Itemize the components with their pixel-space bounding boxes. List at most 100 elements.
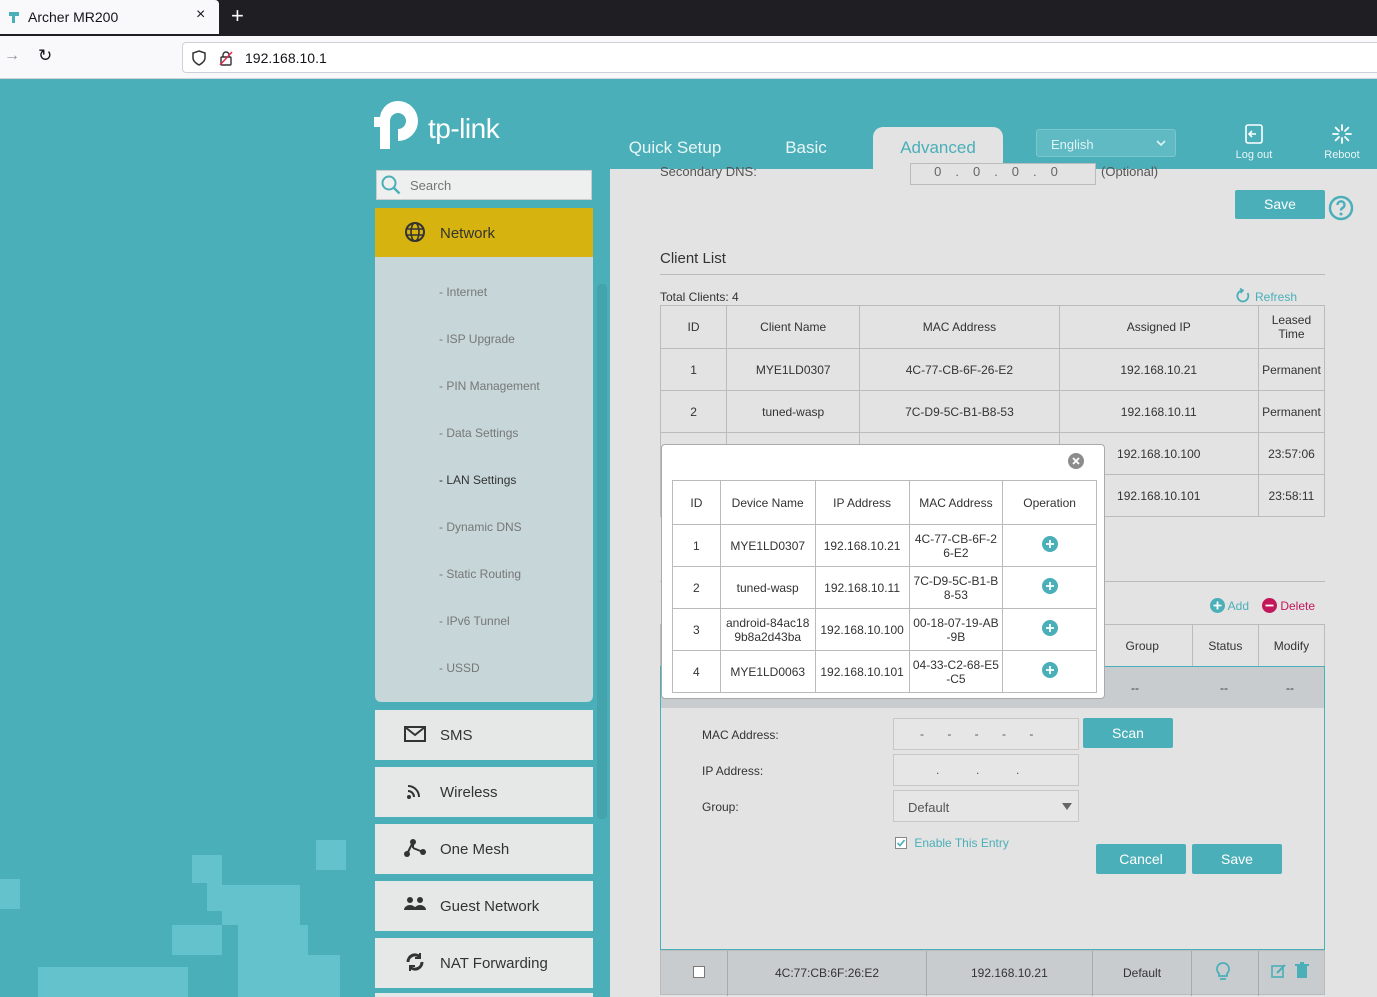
- new-tab-button[interactable]: +: [231, 3, 244, 29]
- optional-label: (Optional): [1101, 164, 1159, 179]
- table-row: 2 tuned-wasp 192.168.10.11 7C-D9-5C-B1-B…: [672, 566, 1097, 609]
- nav-group-network[interactable]: Network: [375, 208, 593, 258]
- sidebar-item-dynamic-dns[interactable]: - Dynamic DNS: [439, 520, 522, 534]
- mac-address-input[interactable]: - - - - -: [893, 718, 1079, 750]
- sidebar-item-ussd[interactable]: - USSD: [439, 661, 480, 675]
- cancel-button[interactable]: Cancel: [1096, 844, 1186, 874]
- cell: MYE1LD0307: [726, 348, 861, 391]
- cell: android-84ac189b8a2d43ba: [719, 608, 816, 651]
- cell: 4C-77-CB-6F-26-E2: [908, 524, 1004, 567]
- refresh-button[interactable]: Refresh: [1236, 288, 1297, 304]
- save-entry-button[interactable]: Save: [1192, 844, 1282, 874]
- language-value: English: [1051, 137, 1094, 152]
- lightbulb-icon[interactable]: [1215, 962, 1231, 982]
- ip-address-label: IP Address:: [702, 764, 764, 778]
- column-header: Modify: [1257, 624, 1326, 668]
- nav-group-sms[interactable]: SMS: [375, 710, 593, 760]
- add-device-icon[interactable]: [1041, 578, 1058, 594]
- nav-group-wireless[interactable]: Wireless: [375, 767, 593, 817]
- ip-address-input[interactable]: . . .: [893, 754, 1079, 786]
- status-placeholder: --: [1220, 681, 1228, 695]
- wireless-icon: [407, 785, 420, 799]
- help-icon[interactable]: [1328, 195, 1354, 221]
- sidebar-item-isp-upgrade[interactable]: - ISP Upgrade: [439, 332, 515, 346]
- group-select-value: Default: [908, 800, 950, 815]
- decor-tile: [192, 855, 222, 883]
- logout-button[interactable]: Log out: [1224, 123, 1284, 161]
- row-checkbox[interactable]: [693, 966, 705, 978]
- reload-icon[interactable]: ↻: [38, 46, 52, 66]
- mac-separators: - - - - -: [920, 727, 1034, 741]
- cell: tuned-wasp: [726, 390, 861, 433]
- refresh-icon: [1236, 288, 1250, 303]
- table-header-row: ID Device Name IP Address MAC Address Op…: [672, 480, 1097, 525]
- nav-group-one-mesh[interactable]: One Mesh: [375, 824, 593, 874]
- decor-tile: [222, 885, 300, 925]
- browser-tab[interactable]: Archer MR200 ×: [0, 0, 219, 34]
- url-bar[interactable]: 192.168.10.1: [182, 42, 1377, 73]
- cell: 192.168.10.100: [814, 608, 910, 651]
- delete-label: Delete: [1280, 599, 1316, 613]
- router-page: tp-link Quick Setup Basic Advanced Engli…: [0, 79, 1377, 997]
- add-label: Add: [1227, 599, 1250, 613]
- plus-circle-icon: [1210, 598, 1225, 613]
- search-box[interactable]: [376, 170, 592, 200]
- nav-nat-forwarding-label: NAT Forwarding: [440, 955, 548, 972]
- secondary-dns-input[interactable]: 0.0.0.0: [910, 163, 1096, 185]
- delete-button[interactable]: Delete: [1262, 598, 1315, 613]
- tab-basic[interactable]: Basic: [760, 127, 852, 169]
- sidebar-item-lan-settings[interactable]: - LAN Settings: [439, 473, 516, 487]
- caret-down-icon: [1062, 803, 1072, 810]
- cell: 1: [672, 524, 721, 567]
- nav-group-nat-forwarding[interactable]: NAT Forwarding: [375, 938, 593, 988]
- sidebar-scrollbar[interactable]: [597, 284, 607, 819]
- edit-icon[interactable]: [1271, 963, 1287, 979]
- divider: [660, 274, 1325, 275]
- network-submenu: - Internet - ISP Upgrade - PIN Managemen…: [375, 257, 593, 702]
- save-button[interactable]: Save: [1235, 190, 1325, 219]
- scan-button[interactable]: Scan: [1083, 718, 1173, 748]
- column-header: Group: [1091, 624, 1193, 668]
- chevron-down-icon: [1156, 140, 1166, 147]
- cell: 00-18-07-19-AB-9B: [908, 608, 1004, 651]
- back-arrow-icon[interactable]: →: [4, 47, 20, 65]
- tplink-logo-icon: [374, 100, 418, 149]
- nav-one-mesh-label: One Mesh: [440, 841, 510, 858]
- add-button[interactable]: Add: [1210, 598, 1249, 613]
- nav-group-next[interactable]: [375, 993, 593, 997]
- sidebar-item-static-routing[interactable]: - Static Routing: [439, 567, 521, 581]
- add-device-icon[interactable]: [1041, 662, 1058, 678]
- cell: MYE1LD0063: [719, 650, 816, 693]
- column-header: ID: [659, 305, 728, 349]
- column-header: IP Address: [814, 480, 910, 525]
- cell: 7C-D9-5C-B1-B8-53: [859, 390, 1060, 433]
- tplink-favicon-icon: [9, 12, 19, 23]
- enable-entry-checkbox[interactable]: Enable This Entry: [895, 836, 1009, 850]
- decor-tile: [316, 840, 346, 870]
- sidebar-item-pin-management[interactable]: - PIN Management: [439, 379, 540, 393]
- nav-group-guest-network[interactable]: Guest Network: [375, 881, 593, 931]
- group-select[interactable]: Default: [893, 790, 1079, 822]
- reboot-button[interactable]: Reboot: [1312, 123, 1372, 161]
- bound-group: Default: [1123, 966, 1162, 980]
- cell: 192.168.10.21: [1058, 348, 1259, 391]
- trash-icon[interactable]: [1295, 962, 1309, 979]
- cell: 04-33-C2-68-E5-C5: [908, 650, 1004, 693]
- search-input[interactable]: [410, 178, 580, 193]
- column-header: ID: [672, 480, 721, 525]
- add-device-icon[interactable]: [1041, 536, 1058, 552]
- column-header: Device Name: [719, 480, 816, 525]
- close-icon[interactable]: [1068, 453, 1084, 469]
- tab-close-button[interactable]: ×: [196, 6, 205, 24]
- sidebar-item-data-settings[interactable]: - Data Settings: [439, 426, 518, 440]
- tab-quick-setup[interactable]: Quick Setup: [620, 127, 730, 169]
- sidebar-item-internet[interactable]: - Internet: [439, 285, 487, 299]
- search-icon: [381, 175, 401, 195]
- divider: [1258, 951, 1259, 996]
- language-select[interactable]: English: [1036, 129, 1176, 157]
- group-placeholder: --: [1131, 681, 1139, 695]
- bound-mac: 4C:77:CB:6F:26:E2: [775, 966, 880, 980]
- group-label: Group:: [702, 800, 739, 814]
- sidebar-item-ipv6-tunnel[interactable]: - IPv6 Tunnel: [439, 614, 510, 628]
- add-device-icon[interactable]: [1041, 620, 1058, 636]
